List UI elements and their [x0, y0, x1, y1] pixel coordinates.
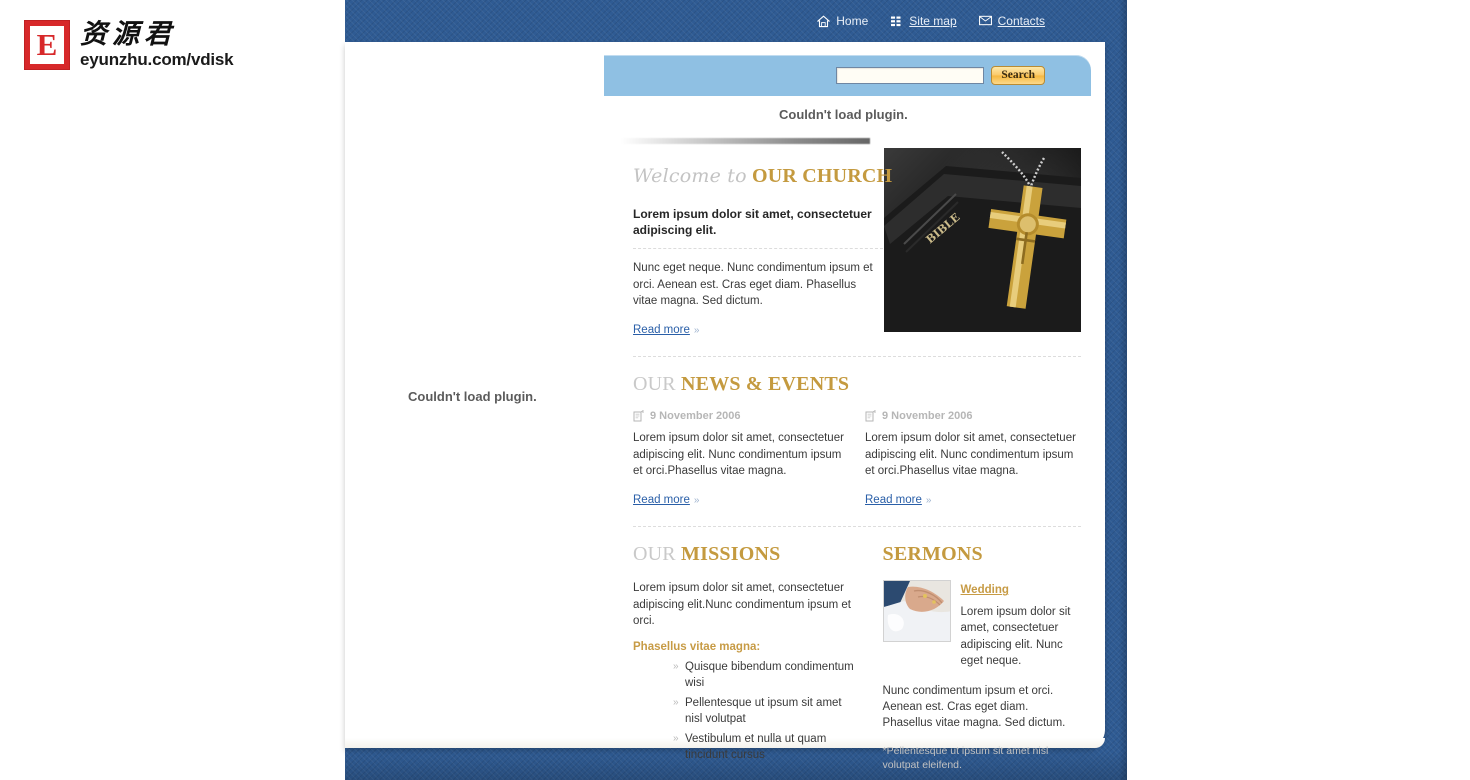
missions-heading-gold: MISSIONS — [681, 543, 781, 566]
nav-item-home-label: Home — [836, 14, 869, 28]
news-heading-grey: OUR — [633, 373, 676, 396]
brand-logo: E 资源君 eyunzhu.com/vdisk — [24, 19, 234, 70]
news-section: OUR NEWS & EVENTS 9 November 2006 Lorem … — [633, 373, 1081, 508]
list-item: Vestibulum et nulla ut quam tincidunt cu… — [673, 732, 857, 763]
welcome-divider — [633, 248, 883, 250]
welcome-text-column: Lorem ipsum dolor sit amet, consectetuer… — [633, 202, 883, 338]
news-item-date: 9 November 2006 — [882, 410, 973, 423]
news-item-read-more-link[interactable]: Read more — [865, 494, 922, 506]
search-button[interactable]: Search — [991, 66, 1045, 85]
welcome-row: Lorem ipsum dolor sit amet, consectetuer… — [633, 202, 1081, 338]
nav-item-site-map-label: Site map — [909, 14, 957, 28]
nav-item-home[interactable]: Home — [817, 14, 868, 28]
welcome-heading-gold: OUR CHURCH — [751, 165, 893, 187]
brand-name-cn: 资源君 — [80, 19, 176, 50]
list-item: Quisque bibendum condimentum wisi — [673, 660, 857, 691]
missions-subheading: Phasellus vitae magna: — [633, 641, 761, 654]
news-item-body: Lorem ipsum dolor sit amet, consectetuer… — [633, 432, 844, 478]
brand-url: eyunzhu.com/vdisk — [80, 50, 234, 70]
main-content: Welcome to OUR CHURCH Lorem ipsum dolor … — [633, 165, 1081, 772]
search-bar: Search — [604, 55, 1091, 96]
missions-heading-grey: OUR — [633, 543, 676, 566]
news-lower-separator — [633, 526, 1081, 528]
sermons-heading: SERMONS — [883, 543, 1081, 566]
news-item-date: 9 November 2006 — [650, 410, 741, 423]
welcome-lead: Lorem ipsum dolor sit amet, consectetuer… — [633, 207, 872, 238]
news-item-date-row: 9 November 2006 — [633, 410, 849, 422]
note-icon — [633, 410, 644, 422]
nav-item-site-map[interactable]: Site map — [890, 14, 957, 28]
news-item-date-row: 9 November 2006 — [865, 410, 1081, 422]
brand-mark-icon: E — [24, 20, 70, 70]
lower-row: OUR MISSIONS Lorem ipsum dolor sit amet,… — [633, 543, 1081, 772]
missions-body: Lorem ipsum dolor sit amet, consectetuer… — [633, 582, 851, 627]
news-heading-gold: NEWS & EVENTS — [681, 373, 850, 396]
note-icon — [865, 410, 876, 422]
welcome-news-separator — [633, 356, 1081, 358]
envelope-icon — [978, 15, 992, 28]
news-read-more-arrow-icon: » — [693, 495, 700, 507]
nav-item-contacts[interactable]: Contacts — [978, 14, 1045, 28]
news-heading: OUR NEWS & EVENTS — [633, 373, 1081, 396]
sermon-excerpt: Lorem ipsum dolor sit amet, consectetuer… — [960, 606, 1071, 667]
news-read-more-wrap: Read more» — [633, 490, 699, 507]
news-item: 9 November 2006 Lorem ipsum dolor sit am… — [865, 410, 1081, 508]
brand-text: 资源君 eyunzhu.com/vdisk — [80, 19, 234, 70]
wedding-thumbnail-photo[interactable] — [882, 580, 951, 643]
sermons-heading-gold: SERMONS — [882, 543, 983, 566]
news-item-read-more-link[interactable]: Read more — [633, 494, 690, 506]
missions-section: OUR MISSIONS Lorem ipsum dolor sit amet,… — [633, 543, 857, 772]
search-input[interactable] — [836, 67, 985, 84]
welcome-section: Welcome to OUR CHURCH Lorem ipsum dolor … — [633, 165, 1081, 338]
sitemap-icon — [890, 15, 903, 28]
welcome-read-more-wrap: Read more» — [633, 320, 699, 337]
news-row: 9 November 2006 Lorem ipsum dolor sit am… — [633, 410, 1081, 508]
banner-shadow-divider — [620, 138, 870, 144]
sermon-entry: Wedding Lorem ipsum dolor sit amet, cons… — [882, 580, 1081, 668]
welcome-heading: Welcome to OUR CHURCH — [633, 165, 1081, 188]
news-read-more-wrap: Read more» — [865, 490, 931, 507]
list-item: Pellentesque ut ipsum sit amet nisl volu… — [673, 696, 857, 727]
page-root: E 资源君 eyunzhu.com/vdisk Home Site map Co… — [0, 0, 1470, 780]
sermons-footnote: *Pellentesque ut ipsum sit amet nisl vol… — [882, 744, 1049, 771]
welcome-heading-grey: Welcome to — [633, 165, 747, 187]
sermons-body: Nunc condimentum ipsum et orci. Aenean e… — [882, 684, 1066, 730]
missions-bullet-list: Quisque bibendum condimentum wisi Pellen… — [633, 660, 857, 763]
frame-right-shadow — [1119, 0, 1127, 780]
news-item-body: Lorem ipsum dolor sit amet, consectetuer… — [865, 432, 1076, 478]
home-icon — [817, 14, 831, 28]
news-item: 9 November 2006 Lorem ipsum dolor sit am… — [633, 410, 849, 508]
sermons-section: SERMONS Wedding Lorem ipsum dolor sit am… — [882, 543, 1081, 772]
welcome-body: Nunc eget neque. Nunc condimentum ipsum … — [633, 262, 873, 308]
news-read-more-arrow-icon: » — [925, 495, 932, 507]
welcome-read-more-arrow-icon: » — [693, 325, 700, 337]
sermon-text: Wedding Lorem ipsum dolor sit amet, cons… — [961, 580, 1081, 668]
sermon-title-link[interactable]: Wedding — [961, 584, 1009, 596]
top-navigation: Home Site map Contacts — [345, 0, 1127, 42]
welcome-read-more-link[interactable]: Read more — [633, 324, 690, 336]
nav-item-contacts-label: Contacts — [997, 14, 1045, 28]
missions-heading: OUR MISSIONS — [633, 543, 857, 566]
brand-mark-letter: E — [30, 26, 64, 64]
left-plugin-notice: Couldn't load plugin. — [408, 389, 537, 404]
banner-plugin-notice: Couldn't load plugin. — [779, 107, 908, 122]
